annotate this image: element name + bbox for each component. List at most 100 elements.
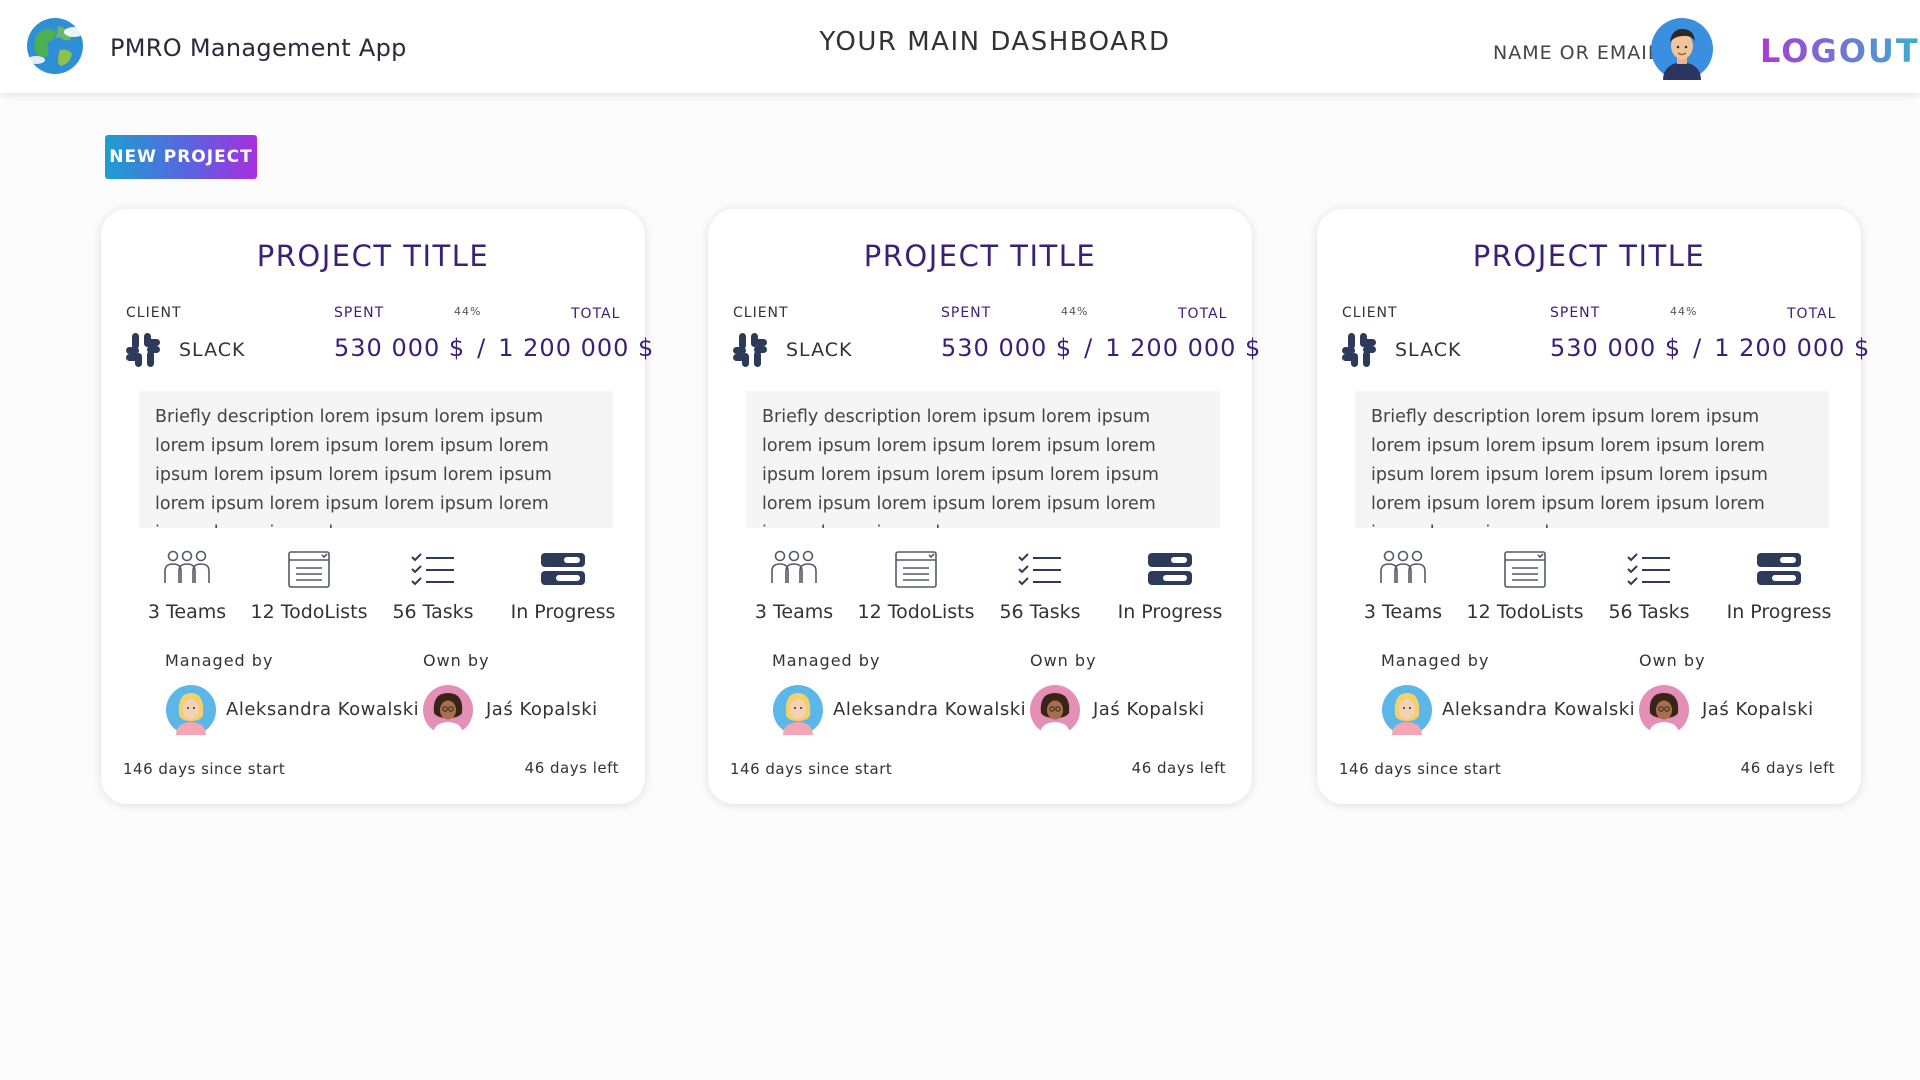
total-label: TOTAL	[1787, 306, 1837, 322]
project-title[interactable]: PROJECT TITLE	[708, 239, 1252, 273]
slack-icon	[733, 333, 767, 367]
total-label: TOTAL	[571, 306, 621, 322]
new-project-button[interactable]: NEW PROJECT	[105, 135, 257, 179]
project-description: Briefly description lorem ipsum lorem ip…	[746, 391, 1220, 528]
manager-name[interactable]: Aleksandra Kowalski	[833, 699, 1026, 720]
stat-status[interactable]: In Progress	[503, 549, 623, 623]
days-left: 46 days left	[1740, 759, 1835, 777]
project-description: Briefly description lorem ipsum lorem ip…	[139, 391, 613, 528]
spent-label: SPENT	[334, 305, 385, 321]
budget: 530 000 $ / 1 200 000 $	[1550, 334, 1870, 362]
owned-by-label: Own by	[1030, 651, 1097, 670]
spent-label: SPENT	[941, 305, 992, 321]
spent-label: SPENT	[1550, 305, 1601, 321]
manager-avatar[interactable]	[1382, 685, 1432, 735]
budget: 530 000 $ / 1 200 000 $	[334, 334, 654, 362]
project-card[interactable]: PROJECT TITLE CLIENT SPENT 44% TOTAL SLA…	[101, 209, 653, 804]
todolist-icon	[288, 551, 330, 588]
spent-amount: 530 000 $	[941, 334, 1073, 362]
project-stats: 3 Teams 12 TodoLists 56 Tasks In Progres…	[708, 549, 1252, 639]
project-card[interactable]: PROJECT TITLE CLIENT SPENT 44% TOTAL SLA…	[1317, 209, 1869, 804]
spent-percent: 44%	[1670, 305, 1698, 318]
stat-tasks[interactable]: 56 Tasks	[373, 549, 493, 623]
total-amount: 1 200 000 $	[1105, 334, 1262, 362]
budget-separator: /	[1693, 334, 1703, 362]
project-title[interactable]: PROJECT TITLE	[1317, 239, 1861, 273]
manager-name[interactable]: Aleksandra Kowalski	[1442, 699, 1635, 720]
logout-button[interactable]: LOGOUT	[1760, 32, 1920, 70]
slack-icon	[1342, 333, 1376, 367]
stat-teams[interactable]: 3 Teams	[1343, 549, 1463, 623]
stat-teams[interactable]: 3 Teams	[734, 549, 854, 623]
teams-icon	[164, 550, 210, 583]
teams-count: 3 Teams	[1363, 601, 1443, 623]
manager-avatar[interactable]	[773, 685, 823, 735]
teams-icon	[1380, 550, 1426, 583]
client-name: SLACK	[179, 339, 246, 361]
managed-by-label: Managed by	[165, 651, 274, 670]
days-since-start: 146 days since start	[1339, 760, 1502, 778]
tasks-count: 56 Tasks	[999, 601, 1081, 623]
stat-status[interactable]: In Progress	[1110, 549, 1230, 623]
project-title[interactable]: PROJECT TITLE	[101, 239, 645, 273]
total-label: TOTAL	[1178, 306, 1228, 322]
tasks-count: 56 Tasks	[392, 601, 474, 623]
progress-icon	[1148, 553, 1192, 585]
status-label: In Progress	[1117, 601, 1223, 623]
owner-avatar[interactable]	[1639, 685, 1689, 735]
stat-todolists[interactable]: 12 TodoLists	[856, 549, 976, 623]
todolists-count: 12 TodoLists	[250, 601, 368, 623]
tasks-icon	[411, 553, 454, 586]
managed-by-label: Managed by	[1381, 651, 1490, 670]
owner-avatar[interactable]	[1030, 685, 1080, 735]
progress-icon	[541, 553, 585, 585]
spent-amount: 530 000 $	[334, 334, 466, 362]
manager-avatar[interactable]	[166, 685, 216, 735]
todolists-count: 12 TodoLists	[1466, 601, 1584, 623]
total-amount: 1 200 000 $	[498, 334, 655, 362]
client-name: SLACK	[1395, 339, 1462, 361]
user-label[interactable]: NAME OR EMAIL	[1493, 42, 1659, 64]
spent-percent: 44%	[454, 305, 482, 318]
stat-teams[interactable]: 3 Teams	[127, 549, 247, 623]
slack-icon	[126, 333, 160, 367]
tasks-count: 56 Tasks	[1608, 601, 1690, 623]
todolist-icon	[895, 551, 937, 588]
status-label: In Progress	[510, 601, 616, 623]
budget-separator: /	[477, 334, 487, 362]
status-label: In Progress	[1726, 601, 1832, 623]
user-avatar[interactable]	[1651, 18, 1713, 80]
stat-tasks[interactable]: 56 Tasks	[980, 549, 1100, 623]
budget-separator: /	[1084, 334, 1094, 362]
client-name: SLACK	[786, 339, 853, 361]
days-since-start: 146 days since start	[123, 760, 286, 778]
days-left: 46 days left	[1131, 759, 1226, 777]
total-amount: 1 200 000 $	[1714, 334, 1871, 362]
spent-amount: 530 000 $	[1550, 334, 1682, 362]
client-label: CLIENT	[733, 305, 789, 321]
teams-count: 3 Teams	[754, 601, 834, 623]
spent-percent: 44%	[1061, 305, 1089, 318]
todolist-icon	[1504, 551, 1546, 588]
manager-name[interactable]: Aleksandra Kowalski	[226, 699, 419, 720]
owner-name[interactable]: Jaś Kopalski	[1093, 699, 1205, 720]
client-label: CLIENT	[126, 305, 182, 321]
stat-todolists[interactable]: 12 TodoLists	[249, 549, 369, 623]
todolists-count: 12 TodoLists	[857, 601, 975, 623]
owner-name[interactable]: Jaś Kopalski	[486, 699, 598, 720]
budget: 530 000 $ / 1 200 000 $	[941, 334, 1261, 362]
client-label: CLIENT	[1342, 305, 1398, 321]
stat-tasks[interactable]: 56 Tasks	[1589, 549, 1709, 623]
progress-icon	[1757, 553, 1801, 585]
project-card[interactable]: PROJECT TITLE CLIENT SPENT 44% TOTAL SLA…	[708, 209, 1260, 804]
stat-todolists[interactable]: 12 TodoLists	[1465, 549, 1585, 623]
top-bar: PMRO Management App YOUR MAIN DASHBOARD …	[0, 0, 1920, 93]
owner-avatar[interactable]	[423, 685, 473, 735]
owned-by-label: Own by	[423, 651, 490, 670]
project-stats: 3 Teams 12 TodoLists 56 Tasks In Progres…	[1317, 549, 1861, 639]
project-description: Briefly description lorem ipsum lorem ip…	[1355, 391, 1829, 528]
tasks-icon	[1018, 553, 1061, 586]
days-left: 46 days left	[524, 759, 619, 777]
owner-name[interactable]: Jaś Kopalski	[1702, 699, 1814, 720]
stat-status[interactable]: In Progress	[1719, 549, 1839, 623]
